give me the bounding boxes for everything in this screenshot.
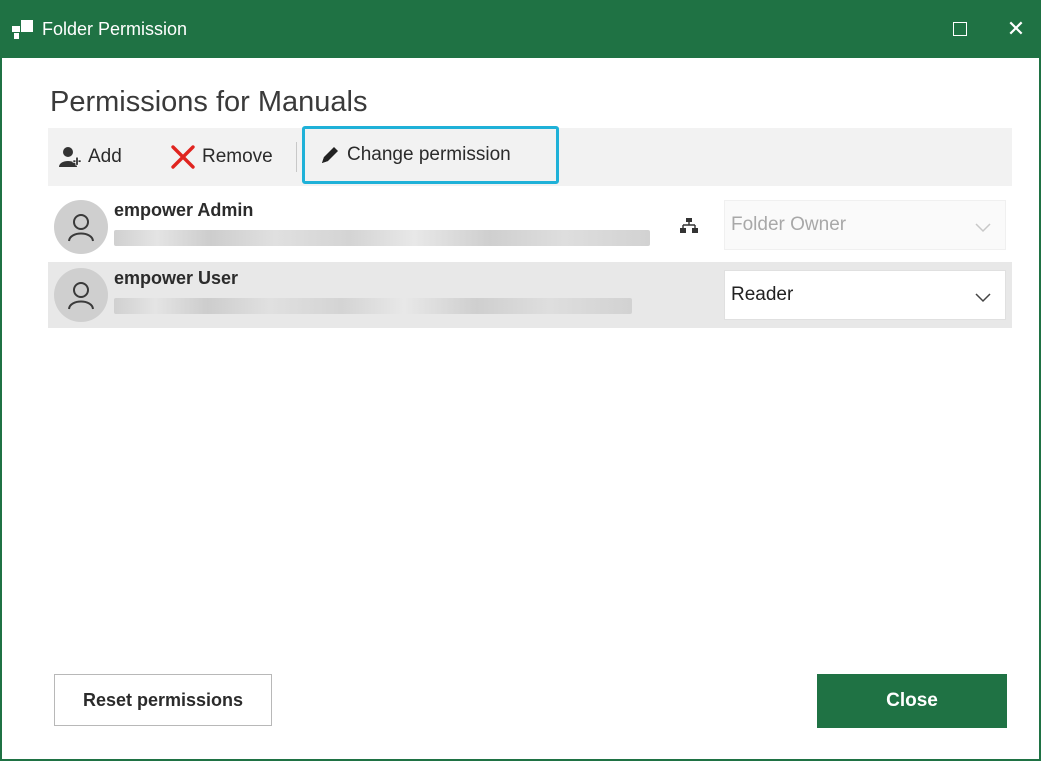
user-email-redacted [114, 298, 632, 314]
avatar [54, 200, 108, 254]
title-bar: Folder Permission ✕ [0, 0, 1041, 58]
chevron-down-icon [975, 217, 991, 239]
remove-button[interactable]: Remove [170, 128, 273, 186]
toolbar-divider [296, 142, 297, 172]
app-icon [12, 20, 34, 40]
permission-select[interactable]: Reader [724, 270, 1006, 320]
person-icon [68, 214, 94, 242]
pencil-icon [319, 144, 341, 166]
permission-select-disabled: Folder Owner [724, 200, 1006, 250]
person-icon [68, 282, 94, 310]
user-name: empower User [114, 268, 239, 288]
window-title: Folder Permission [42, 19, 188, 39]
close-button[interactable]: Close [817, 674, 1007, 728]
window-close-button[interactable]: ✕ [996, 10, 1036, 48]
reset-permissions-button[interactable]: Reset permissions [54, 674, 272, 726]
user-row[interactable]: empower User Reader [48, 262, 1012, 328]
add-user-icon [58, 145, 82, 169]
add-label: Add [88, 146, 122, 167]
page-title: Permissions for Manuals [50, 86, 368, 118]
permission-value: Reader [731, 284, 794, 305]
permission-value: Folder Owner [731, 214, 847, 235]
maximize-button[interactable] [940, 10, 980, 48]
maximize-icon [953, 22, 967, 36]
toolbar: Add Remove Change permission [48, 126, 1012, 186]
hierarchy-icon [680, 218, 698, 239]
user-email-redacted [114, 230, 650, 246]
chevron-down-icon [975, 287, 991, 309]
avatar [54, 268, 108, 322]
remove-label: Remove [202, 146, 273, 167]
remove-x-icon [170, 144, 196, 170]
change-permission-button[interactable]: Change permission [302, 126, 559, 184]
add-button[interactable]: Add [58, 128, 122, 186]
change-permission-label: Change permission [347, 144, 511, 165]
user-row[interactable]: empower Admin Folder Owner [48, 194, 1012, 260]
close-icon: ✕ [1006, 16, 1026, 41]
user-name: empower Admin [114, 200, 254, 220]
